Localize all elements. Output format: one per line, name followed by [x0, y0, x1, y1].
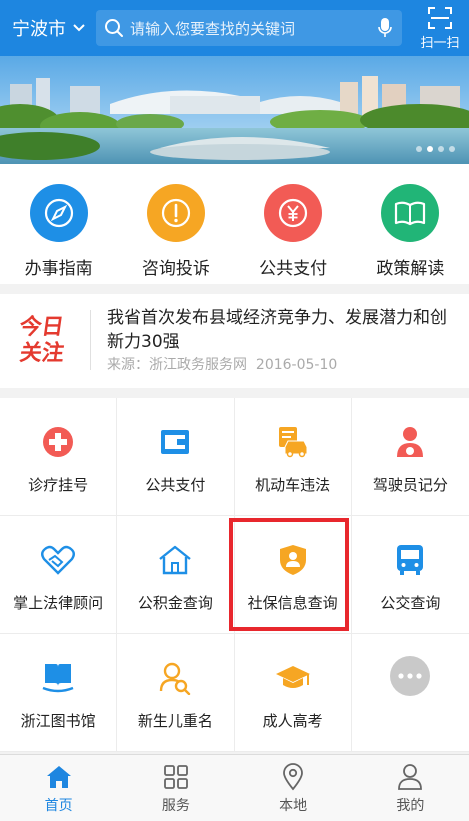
city-name: 宁波市 — [12, 19, 66, 40]
service-bus-query[interactable]: 公交查询 — [351, 516, 469, 634]
car-ticket-icon — [275, 424, 311, 460]
service-label: 公积金查询 — [137, 594, 213, 612]
service-label: 诊疗挂号 — [28, 476, 89, 494]
search-bar[interactable]: 请输入您要查找的关键词 — [96, 10, 402, 46]
search-input[interactable]: 请输入您要查找的关键词 — [130, 18, 378, 39]
service-adult-exam[interactable]: 成人高考 — [234, 634, 352, 752]
service-label: 掌上法律顾问 — [13, 594, 104, 612]
service-newborn-name[interactable]: 新生儿重名 — [117, 634, 235, 752]
carousel-indicators — [416, 146, 455, 152]
service-vehicle-violation[interactable]: 机动车违法 — [234, 398, 352, 516]
service-legal-advisor[interactable]: 掌上法律顾问 — [0, 516, 118, 634]
news-source: 来源：浙江政务服务网 — [107, 357, 247, 373]
search-icon — [105, 19, 123, 37]
news-headline[interactable]: 我省首次发布县域经济竞争力、发展潜力和创新力30强 — [107, 306, 457, 354]
grid-icon — [162, 763, 190, 791]
carousel-dot[interactable] — [449, 146, 455, 152]
city-selector[interactable]: 宁波市 — [12, 14, 86, 42]
carousel-dot[interactable] — [416, 146, 422, 152]
quick-service-label: 公共支付 — [259, 259, 328, 279]
service-label: 驾驶员记分 — [372, 476, 448, 494]
top-bar: 宁波市 请输入您要查找的关键词 扫一扫 — [0, 0, 469, 56]
scan-icon — [428, 7, 452, 29]
service-driver-points[interactable]: 驾驶员记分 — [351, 398, 469, 516]
quick-service-icon-bg — [381, 184, 440, 242]
news-meta: 来源：浙江政务服务网 2016-05-10 — [107, 354, 337, 374]
compass-icon — [44, 198, 73, 228]
quick-service-icon-bg — [264, 184, 323, 242]
service-zhejiang-library[interactable]: 浙江图书馆 — [0, 634, 118, 752]
graduation-cap-icon — [275, 660, 311, 696]
quick-service-complaint[interactable]: 咨询投诉 — [117, 164, 234, 284]
scan-button[interactable]: 扫一扫 — [416, 6, 464, 52]
service-housing-fund[interactable]: 公积金查询 — [117, 516, 235, 634]
yuan-icon — [279, 198, 308, 228]
shield-person-icon — [275, 542, 311, 578]
wallet-icon — [157, 424, 193, 460]
service-label: 社保信息查询 — [247, 594, 338, 612]
news-date: 2016-05-10 — [255, 357, 338, 373]
quick-service-label: 办事指南 — [24, 259, 93, 279]
tab-local[interactable]: 本地 — [235, 755, 352, 821]
more-icon — [390, 656, 431, 696]
quick-service-label: 咨询投诉 — [141, 259, 210, 279]
carousel-dot-active[interactable] — [427, 146, 433, 152]
bus-icon — [392, 542, 428, 578]
tab-mine[interactable]: 我的 — [352, 755, 469, 821]
quick-service-payment[interactable]: 公共支付 — [235, 164, 352, 284]
today-focus-logo: 今日 关注 — [18, 314, 66, 366]
svg-text:今日: 今日 — [18, 314, 66, 340]
service-social-security[interactable]: 社保信息查询 — [228, 516, 352, 634]
driver-icon — [392, 424, 428, 460]
carousel-dot[interactable] — [438, 146, 444, 152]
tab-label: 首页 — [44, 798, 73, 814]
library-book-icon — [40, 660, 76, 696]
location-pin-icon — [279, 763, 307, 791]
house-icon — [157, 542, 193, 578]
banner-carousel[interactable] — [0, 56, 469, 164]
quick-services: 办事指南 咨询投诉 公共支付 政策解读 — [0, 164, 469, 284]
svg-text:关注: 关注 — [18, 340, 66, 366]
tab-label: 本地 — [279, 798, 308, 814]
tab-home[interactable]: 首页 — [0, 755, 117, 821]
service-label: 新生儿重名 — [137, 712, 213, 730]
quick-service-icon-bg — [29, 184, 88, 242]
service-label: 公交查询 — [380, 594, 441, 612]
exclamation-icon — [161, 198, 190, 228]
quick-service-guide[interactable]: 办事指南 — [0, 164, 117, 284]
quick-service-label: 政策解读 — [376, 259, 445, 279]
service-label: 公共支付 — [145, 476, 206, 494]
service-public-payment[interactable]: 公共支付 — [117, 398, 235, 516]
book-icon — [395, 201, 426, 226]
microphone-icon[interactable] — [378, 17, 392, 39]
tab-label: 服务 — [161, 798, 190, 814]
bottom-tab-bar: 首页 服务 本地 我的 — [0, 754, 469, 821]
news-card[interactable]: 今日 关注 我省首次发布县域经济竞争力、发展潜力和创新力30强 来源：浙江政务服… — [0, 294, 469, 388]
user-icon — [396, 763, 424, 791]
baby-search-icon — [157, 660, 193, 696]
tab-label: 我的 — [396, 798, 425, 814]
service-label: 机动车违法 — [255, 476, 331, 494]
news-divider — [90, 310, 91, 370]
chevron-down-icon — [73, 24, 85, 32]
quick-service-icon-bg — [146, 184, 205, 242]
service-label: 浙江图书馆 — [20, 712, 96, 730]
medical-cross-icon — [40, 424, 76, 460]
more-services-button[interactable] — [351, 634, 469, 752]
banner-image — [0, 56, 469, 164]
service-medical-registration[interactable]: 诊疗挂号 — [0, 398, 118, 516]
service-label: 成人高考 — [262, 712, 323, 730]
service-grid: 诊疗挂号 公共支付 机动车违法 驾驶员记分 掌上法律顾问 公积金查询 社保信息查… — [0, 398, 469, 752]
handshake-icon — [40, 542, 76, 578]
home-icon — [45, 763, 73, 791]
tab-services[interactable]: 服务 — [117, 755, 234, 821]
quick-service-policy[interactable]: 政策解读 — [352, 164, 469, 284]
scan-label: 扫一扫 — [420, 36, 460, 51]
